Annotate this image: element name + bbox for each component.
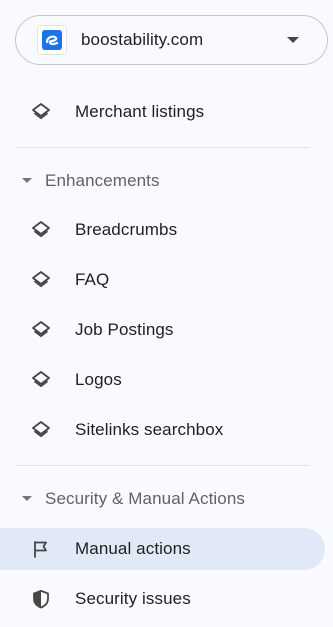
flag-icon: [31, 539, 51, 559]
layers-icon: [31, 320, 51, 340]
sidebar-item-label: Manual actions: [75, 539, 191, 558]
sidebar-item-label: Sitelinks searchbox: [75, 420, 224, 439]
sidebar-item-label: FAQ: [75, 270, 110, 289]
sidebar-item-label: Security issues: [75, 589, 191, 608]
property-name: boostability.com: [81, 30, 204, 49]
caret-down-icon: [22, 178, 32, 183]
layers-icon: [31, 420, 51, 440]
sidebar-item-label: Job Postings: [75, 320, 174, 339]
layers-icon: [31, 220, 51, 240]
layers-icon: [31, 102, 51, 122]
layers-icon: [31, 270, 51, 290]
sidebar-item-merchant-listings[interactable]: Merchant listings: [0, 91, 325, 133]
sidebar-item-label: Merchant listings: [75, 102, 205, 121]
section-label: Security & Manual Actions: [45, 489, 245, 508]
sidebar-item-label: Breadcrumbs: [75, 220, 178, 239]
divider: [15, 147, 310, 148]
boostability-logo-icon: [37, 25, 67, 55]
shield-icon: [31, 589, 51, 609]
layers-icon: [31, 370, 51, 390]
sidebar-item-job-postings[interactable]: Job Postings: [0, 309, 325, 351]
sidebar-item-logos[interactable]: Logos: [0, 359, 325, 401]
sidebar-nav: boostability.com Merchant listings Enhan…: [0, 0, 333, 627]
section-header-enhancements[interactable]: Enhancements: [0, 166, 325, 196]
sidebar-item-breadcrumbs[interactable]: Breadcrumbs: [0, 209, 325, 251]
caret-down-icon: [22, 496, 32, 501]
sidebar-item-security-issues[interactable]: Security issues: [0, 578, 325, 620]
property-selector[interactable]: boostability.com: [15, 15, 328, 65]
chevron-down-icon: [287, 37, 299, 43]
sidebar-item-faq[interactable]: FAQ: [0, 259, 325, 301]
section-label: Enhancements: [45, 171, 160, 190]
section-header-security-manual-actions[interactable]: Security & Manual Actions: [0, 484, 325, 514]
sidebar-item-manual-actions[interactable]: Manual actions: [0, 528, 325, 570]
sidebar-item-sitelinks-searchbox[interactable]: Sitelinks searchbox: [0, 409, 325, 451]
sidebar-item-label: Logos: [75, 370, 122, 389]
divider: [15, 465, 310, 466]
